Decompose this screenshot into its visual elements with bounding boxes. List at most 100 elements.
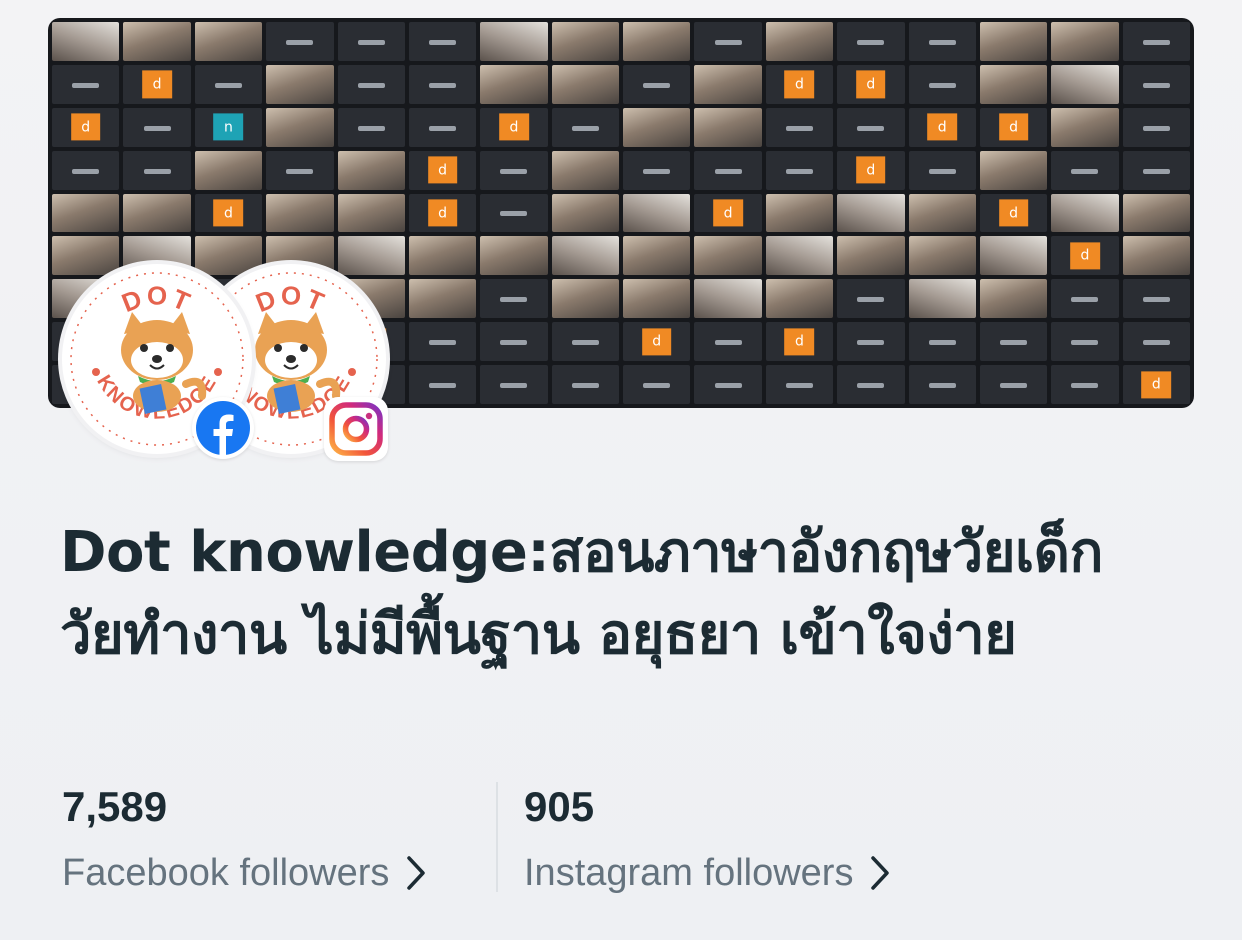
video-tile — [1051, 107, 1119, 147]
video-tile — [123, 22, 191, 61]
video-tile — [1122, 322, 1190, 362]
video-tile — [1122, 236, 1190, 276]
video-tile — [1051, 365, 1119, 404]
video-tile — [408, 150, 477, 190]
video-tile — [1051, 279, 1119, 319]
video-tile — [765, 365, 834, 404]
video-tile — [623, 279, 691, 319]
video-tile — [908, 22, 976, 61]
video-tile — [337, 107, 405, 147]
video-tile — [52, 22, 120, 61]
video-tile — [765, 322, 834, 362]
video-tile — [480, 22, 548, 61]
instagram-followers-stat: 905 Instagram followers — [524, 782, 891, 896]
video-tile — [765, 22, 834, 61]
instagram-followers-link[interactable]: Instagram followers — [524, 850, 891, 896]
video-tile — [551, 64, 619, 104]
video-tile — [194, 193, 263, 233]
video-tile — [979, 365, 1048, 404]
video-tile — [1122, 22, 1190, 61]
facebook-icon — [192, 397, 254, 459]
page-title: Dot knowledge:สอนภาษาอังกฤษวัยเด็ก วัยทำ… — [60, 520, 1103, 667]
video-tile — [480, 322, 548, 362]
video-tile — [979, 64, 1048, 104]
video-tile — [837, 365, 905, 404]
video-tile — [1051, 64, 1119, 104]
video-tile — [1051, 193, 1119, 233]
video-tile — [52, 107, 120, 147]
video-tile — [623, 236, 691, 276]
video-tile — [266, 64, 334, 104]
video-tile — [480, 365, 548, 404]
chevron-right-icon — [871, 856, 890, 890]
video-tile — [623, 64, 691, 104]
video-tile — [765, 107, 834, 147]
video-tile — [694, 236, 762, 276]
video-tile — [837, 107, 905, 147]
video-tile — [908, 150, 976, 190]
instagram-followers-label: Instagram followers — [524, 852, 854, 894]
video-tile — [480, 193, 548, 233]
video-tile — [551, 22, 619, 61]
video-tile — [837, 150, 905, 190]
video-tile — [623, 22, 691, 61]
video-tile — [1122, 193, 1190, 233]
video-tile — [408, 236, 477, 276]
video-tile — [979, 322, 1048, 362]
video-tile — [1122, 107, 1190, 147]
video-tile — [266, 107, 334, 147]
video-tile — [908, 236, 976, 276]
video-tile — [837, 279, 905, 319]
video-tile — [194, 64, 263, 104]
video-tile — [408, 279, 477, 319]
video-tile — [194, 22, 263, 61]
video-tile — [694, 64, 762, 104]
video-tile — [1122, 279, 1190, 319]
video-tile — [1051, 322, 1119, 362]
facebook-followers-link[interactable]: Facebook followers — [62, 850, 427, 896]
video-tile — [408, 322, 477, 362]
video-tile — [1051, 22, 1119, 61]
video-tile — [694, 279, 762, 319]
video-tile — [1051, 150, 1119, 190]
video-tile — [480, 236, 548, 276]
instagram-followers-count: 905 — [524, 783, 595, 830]
video-tile — [52, 150, 120, 190]
video-tile — [337, 193, 405, 233]
video-tile — [694, 150, 762, 190]
video-tile — [979, 236, 1048, 276]
video-tile — [837, 322, 905, 362]
video-tile — [694, 193, 762, 233]
video-tile — [266, 150, 334, 190]
video-tile — [908, 64, 976, 104]
video-tile — [408, 22, 477, 61]
video-tile — [908, 365, 976, 404]
video-tile — [623, 150, 691, 190]
video-tile — [765, 64, 834, 104]
video-tile — [837, 22, 905, 61]
video-tile — [337, 22, 405, 61]
video-tile — [123, 107, 191, 147]
video-tile — [194, 107, 263, 147]
video-tile — [1122, 365, 1190, 404]
video-tile — [337, 150, 405, 190]
video-tile — [979, 193, 1048, 233]
facebook-followers-stat: 7,589 Facebook followers — [62, 782, 427, 896]
video-tile — [480, 150, 548, 190]
facebook-followers-count: 7,589 — [62, 783, 168, 830]
video-tile — [1122, 150, 1190, 190]
video-tile — [908, 322, 976, 362]
video-tile — [408, 64, 477, 104]
video-tile — [837, 236, 905, 276]
video-tile — [694, 365, 762, 404]
video-tile — [123, 150, 191, 190]
video-tile — [908, 107, 976, 147]
video-tile — [979, 107, 1048, 147]
video-tile — [1122, 64, 1190, 104]
video-tile — [480, 279, 548, 319]
video-tile — [52, 64, 120, 104]
video-tile — [551, 193, 619, 233]
video-tile — [123, 64, 191, 104]
video-tile — [480, 107, 548, 147]
video-tile — [337, 64, 405, 104]
